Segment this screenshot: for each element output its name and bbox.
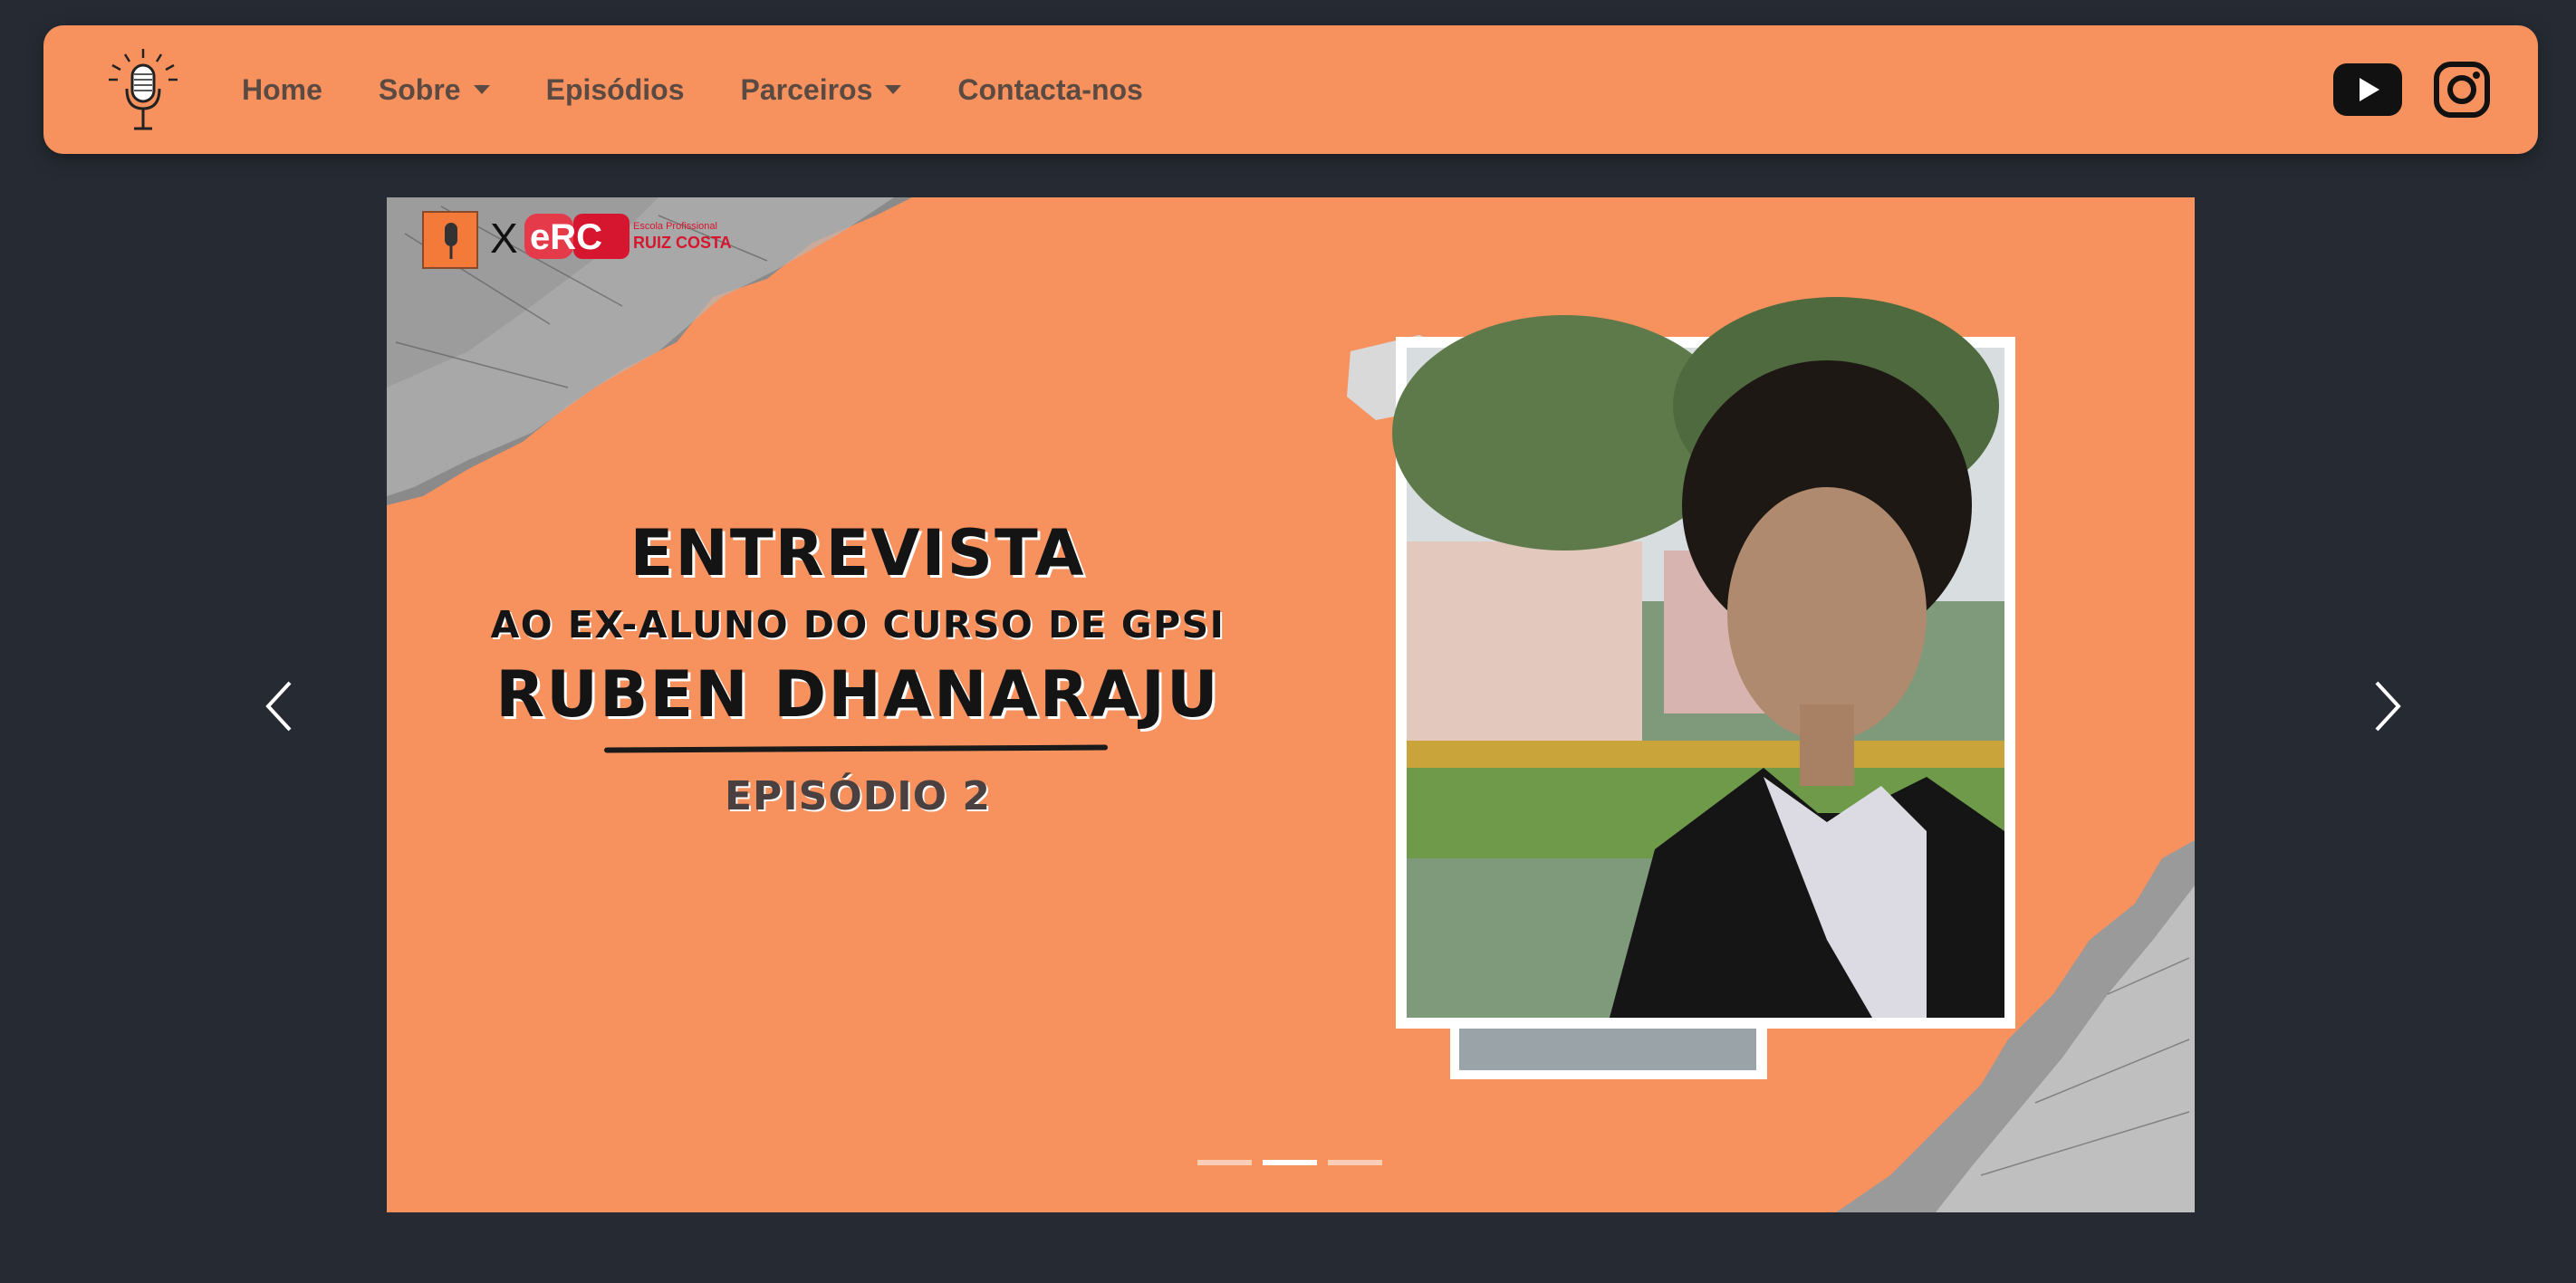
erc-logo-text: eRC: [530, 217, 603, 257]
navbar: Home Sobre Episódios Parceiros Contacta-…: [43, 25, 2538, 154]
carousel-next-button[interactable]: [2359, 670, 2413, 742]
nav-links: Home Sobre Episódios Parceiros Contacta-…: [214, 25, 1171, 154]
partner-school-name: RUIZ COSTA: [633, 234, 732, 252]
chevron-right-icon: [2375, 681, 2401, 732]
caret-down-icon: [473, 85, 490, 94]
slide-subtitle: AO EX-ALUNO DO CURSO DE GPSI: [490, 603, 1226, 646]
episode-carousel: X eRC Escola Profissional RUIZ COSTA ENT…: [387, 197, 2195, 1212]
slide-guest-name: RUBEN DHANARAJU: [495, 657, 1220, 732]
slide-title: ENTREVISTA: [630, 516, 1086, 590]
nav-parceiros-label: Parceiros: [740, 72, 873, 106]
carousel-indicators: [1197, 1160, 1382, 1165]
caret-down-icon: [885, 85, 902, 94]
partner-x: X: [490, 215, 518, 262]
nav-episodios-label: Episódios: [545, 72, 685, 106]
nav-contacta-label: Contacta-nos: [957, 72, 1143, 106]
youtube-icon[interactable]: [2333, 63, 2402, 116]
podcast-logo-icon[interactable]: [98, 45, 188, 136]
slide-episode: EPISÓDIO 2: [724, 773, 991, 819]
nav-home[interactable]: Home: [214, 73, 351, 107]
carousel-indicator-3[interactable]: [1328, 1160, 1382, 1165]
partner-school-type: Escola Profissional: [633, 221, 717, 232]
carousel-prev-button[interactable]: [254, 670, 308, 742]
nav-sobre-dropdown[interactable]: Sobre: [351, 73, 518, 107]
chevron-left-icon: [265, 681, 292, 732]
nav-contacta[interactable]: Contacta-nos: [929, 73, 1170, 107]
carousel-indicator-2[interactable]: [1263, 1160, 1317, 1165]
instagram-icon[interactable]: [2433, 61, 2491, 119]
nav-home-label: Home: [242, 72, 322, 106]
nav-episodios[interactable]: Episódios: [518, 73, 713, 107]
carousel-indicator-1[interactable]: [1197, 1160, 1252, 1165]
nav-parceiros-dropdown[interactable]: Parceiros: [713, 73, 930, 107]
nav-sobre-label: Sobre: [378, 72, 461, 106]
